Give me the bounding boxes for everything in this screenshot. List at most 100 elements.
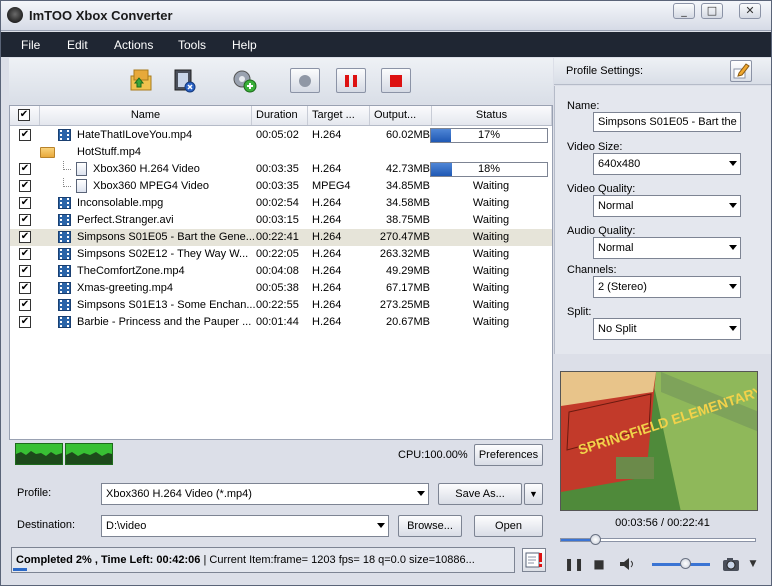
tree-line	[63, 178, 71, 187]
menu-tools[interactable]: Tools	[178, 38, 206, 52]
cell-duration: 00:04:08	[256, 265, 299, 277]
menu-file[interactable]: File	[21, 38, 40, 52]
cell-duration	[256, 144, 312, 161]
row-checkbox[interactable]: ✔	[19, 265, 31, 277]
name-label: Name:	[567, 100, 600, 112]
pause-icon[interactable]	[336, 68, 366, 93]
snapshot-icon[interactable]	[720, 555, 742, 573]
seek-slider[interactable]	[560, 534, 756, 545]
cell-duration: 00:03:35	[256, 180, 299, 192]
cell-status: Waiting	[472, 231, 510, 243]
log-alert-button[interactable]	[522, 548, 546, 572]
row-checkbox[interactable]: ✔	[19, 180, 31, 192]
snapshot-dropdown[interactable]: ▼	[744, 555, 762, 573]
video-file-icon	[58, 197, 71, 209]
cell-target	[312, 144, 370, 161]
table-row[interactable]: ✔ Xbox360 H.264 Video 00:03:35 H.264 42.73MB…	[10, 161, 552, 178]
table-row[interactable]: ✔ Simpsons S01E05 - Bart the Gene... 00:22…	[10, 229, 552, 246]
table-row[interactable]: HotStuff.mp4	[10, 144, 552, 161]
select-all-checkbox[interactable]: ✔	[18, 109, 30, 121]
table-row[interactable]: ✔ Barbie - Princess and the Pauper ... 00:…	[10, 314, 552, 331]
menu-actions[interactable]: Actions	[114, 38, 153, 52]
table-row[interactable]: ✔ HateThatILoveYou.mp4 00:05:02 H.264 60.02M…	[10, 127, 552, 144]
row-checkbox[interactable]: ✔	[19, 282, 31, 294]
video-size-label: Video Size:	[567, 141, 623, 153]
title-bar[interactable]: ImTOO Xbox Converter _ □ ✕	[1, 1, 771, 31]
cpu-usage: CPU:100.00%	[398, 449, 468, 461]
cell-duration: 00:03:15	[256, 214, 299, 226]
volume-icon[interactable]	[618, 555, 636, 573]
audio-quality-select[interactable]: Normal	[593, 237, 741, 259]
open-button[interactable]: Open	[474, 515, 543, 537]
cell-status: Waiting	[472, 316, 510, 328]
cell-output: 270.47MB	[379, 231, 430, 243]
seek-handle[interactable]	[589, 534, 601, 545]
video-preview: SPRINGFIELD ELEMENTARY SCHOOL	[560, 371, 758, 511]
volume-handle[interactable]	[680, 558, 691, 569]
record-icon[interactable]	[290, 68, 320, 93]
save-as-dropdown-button[interactable]: ▼	[524, 483, 543, 505]
row-checkbox[interactable]: ✔	[19, 197, 31, 209]
table-row[interactable]: ✔ Xmas-greeting.mp4 00:05:38 H.264 67.17MB Wa…	[10, 280, 552, 297]
cell-status: Waiting	[472, 282, 510, 294]
stop-icon[interactable]: ■	[590, 555, 608, 573]
row-progress-bar: 18%	[430, 162, 548, 177]
column-name[interactable]: Name	[40, 106, 252, 125]
cell-status: Waiting	[472, 265, 510, 277]
split-value: No Split	[598, 323, 637, 335]
pause-icon[interactable]: ❚❚	[564, 555, 584, 573]
cell-output: 49.29MB	[385, 265, 430, 277]
table-row[interactable]: ✔ Perfect.Stranger.avi 00:03:15 H.264 38.75M…	[10, 212, 552, 229]
maximize-button[interactable]: □	[701, 3, 723, 19]
table-row[interactable]: ✔ Simpsons S02E12 - They Way W... 00:22:05…	[10, 246, 552, 263]
minimize-button[interactable]: _	[673, 3, 695, 19]
table-row[interactable]: ✔ TheComfortZone.mp4 00:04:08 H.264 49.29MB W…	[10, 263, 552, 280]
row-checkbox[interactable]: ✔	[19, 316, 31, 328]
cell-target: H.264	[312, 231, 342, 243]
cell-output: 38.75MB	[385, 214, 430, 226]
table-row[interactable]: ✔ Inconsolable.mpg 00:02:54 H.264 34.58MB Wai…	[10, 195, 552, 212]
channels-select[interactable]: 2 (Stereo)	[593, 276, 741, 298]
table-row[interactable]: ✔ Simpsons S01E13 - Some Enchan... 00:22:5…	[10, 297, 552, 314]
row-checkbox[interactable]: ✔	[19, 248, 31, 260]
table-row[interactable]: ✔ Xbox360 MPEG4 Video 00:03:35 MPEG4 34.85MB…	[10, 178, 552, 195]
row-checkbox[interactable]: ✔	[19, 231, 31, 243]
close-button[interactable]: ✕	[739, 3, 761, 19]
cell-output: 67.17MB	[385, 282, 430, 294]
chevron-down-icon	[729, 326, 737, 331]
video-quality-select[interactable]: Normal	[593, 195, 741, 217]
split-select[interactable]: No Split	[593, 318, 741, 340]
destination-input[interactable]: D:\video	[101, 515, 389, 537]
cell-name: Barbie - Princess and the Pauper ...	[77, 316, 252, 328]
name-input[interactable]: Simpsons S01E05 - Bart the Ge	[593, 112, 741, 132]
menu-edit[interactable]: Edit	[67, 38, 88, 52]
save-as-button[interactable]: Save As...	[438, 483, 522, 505]
video-file-icon	[58, 316, 71, 328]
add-profile-icon[interactable]	[229, 66, 259, 94]
row-checkbox[interactable]: ✔	[19, 129, 31, 141]
row-checkbox[interactable]: ✔	[19, 163, 31, 175]
cell-duration: 00:02:54	[256, 197, 299, 209]
row-checkbox[interactable]: ✔	[19, 299, 31, 311]
stop-icon[interactable]	[381, 68, 411, 93]
browse-button[interactable]: Browse...	[398, 515, 462, 537]
column-duration[interactable]: Duration	[252, 106, 308, 125]
menu-help[interactable]: Help	[232, 38, 257, 52]
cell-name: TheComfortZone.mp4	[77, 265, 185, 277]
cell-target: H.264	[312, 163, 342, 175]
column-target[interactable]: Target ...	[308, 106, 370, 125]
file-panel: ✔ Name Duration Target ... Output... Sta…	[9, 58, 553, 440]
add-file-icon[interactable]	[125, 66, 155, 94]
profile-settings-title: Profile Settings:	[566, 65, 644, 77]
profile-select[interactable]: Xbox360 H.264 Video (*.mp4)	[101, 483, 429, 505]
video-size-select[interactable]: 640x480	[593, 153, 741, 175]
row-checkbox[interactable]: ✔	[19, 214, 31, 226]
preferences-button[interactable]: Preferences	[474, 444, 543, 466]
audio-quality-label: Audio Quality:	[567, 225, 636, 237]
remove-file-icon[interactable]	[169, 66, 199, 94]
edit-profile-button[interactable]	[730, 60, 752, 82]
cell-output: 34.85MB	[385, 180, 430, 192]
column-status[interactable]: Status	[432, 106, 552, 125]
column-output[interactable]: Output...	[370, 106, 432, 125]
cell-duration: 00:22:55	[256, 299, 299, 311]
